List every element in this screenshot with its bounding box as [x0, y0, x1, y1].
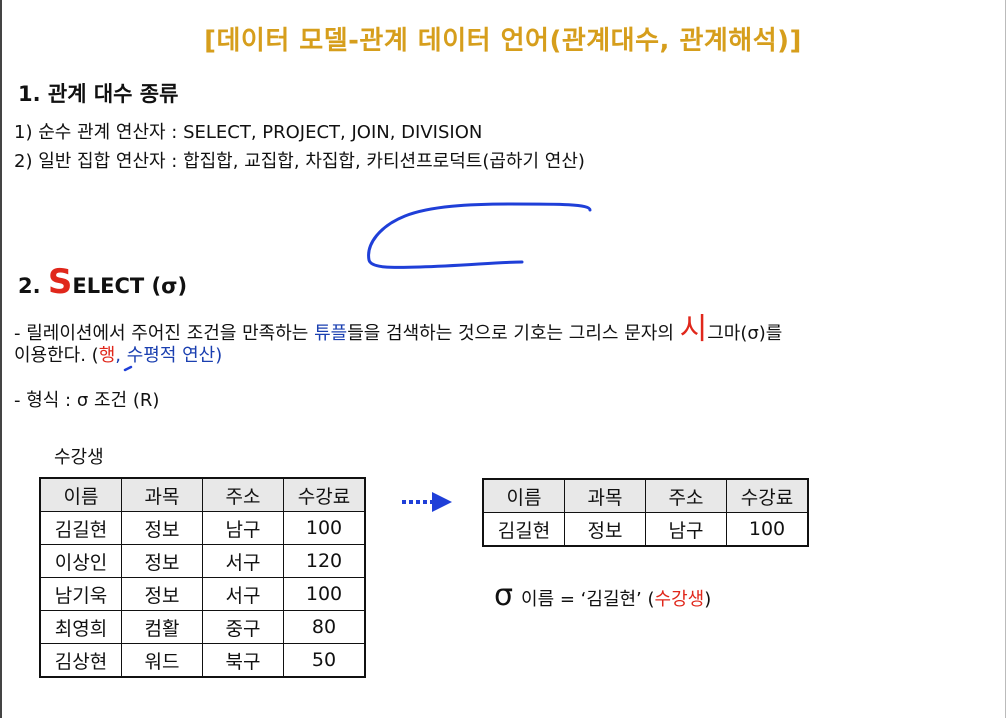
select-format: - 형식 : σ 조건 (R) — [14, 390, 160, 411]
pen-dot — [123, 365, 133, 372]
table-header: 과목 — [121, 477, 203, 512]
expression-condition: 이름 = ‘김길현’ ( — [521, 589, 655, 610]
table-cell: 서구 — [202, 544, 284, 578]
dotted-arrow-icon — [402, 492, 452, 512]
section1-item: 1) 순수 관계 연산자 : SELECT, PROJECT, JOIN, DI… — [14, 122, 483, 143]
table-cell: 김길현 — [39, 511, 122, 545]
table-header: 과목 — [564, 478, 646, 513]
table-row: 김길현 정보 남구 100 — [39, 511, 366, 545]
table-header: 주소 — [645, 478, 727, 513]
desc-text: 그마(σ)를 — [707, 323, 783, 344]
sigma-symbol: σ — [494, 578, 514, 613]
table-cell: 컴활 — [121, 610, 203, 644]
table-row: 김상현 워드 북구 50 — [39, 643, 366, 678]
desc-row: 행 — [98, 345, 116, 366]
table-cell: 김길현 — [482, 512, 565, 547]
section2-heading: 2. SELECT (σ) — [18, 262, 187, 302]
table-cell: 120 — [283, 544, 366, 578]
selection-expression: σ 이름 = ‘김길현’ (수강생) — [494, 578, 711, 613]
desc-tuple: 튜플 — [314, 323, 348, 344]
table-cell: 100 — [726, 512, 809, 547]
table-cell: 최영희 — [39, 610, 122, 644]
desc-text: 들을 검색하는 것으로 기호는 그리스 문자의 — [347, 323, 680, 344]
table-header-row: 이름 과목 주소 수강료 — [482, 478, 809, 513]
table-header: 수강료 — [283, 477, 366, 512]
table-cell: 이상인 — [39, 544, 122, 578]
table-row: 이상인 정보 서구 120 — [39, 544, 366, 578]
section2-heading-number: 2. — [18, 274, 48, 298]
section1-heading: 1. 관계 대수 종류 — [18, 82, 179, 106]
page-left-border — [0, 0, 2, 718]
table-row: 김길현 정보 남구 100 — [482, 512, 809, 547]
table-row: 남기욱 정보 서구 100 — [39, 577, 366, 611]
result-table: 이름 과목 주소 수강료 김길현 정보 남구 100 — [482, 478, 809, 547]
table-header: 이름 — [39, 477, 122, 512]
table-header: 이름 — [482, 478, 565, 513]
table-cell: 남기욱 — [39, 577, 122, 611]
select-description-cont: 이용한다. (행, 수평적 연산) — [14, 341, 222, 367]
table-cell: 정보 — [121, 577, 203, 611]
page-title: [데이터 모델-관계 데이터 언어(관계대수, 관계해석)] — [204, 26, 802, 56]
expression-close: ) — [704, 589, 712, 610]
section2-heading-s: S — [47, 262, 73, 302]
table-caption: 수강생 — [54, 447, 104, 468]
table-cell: 정보 — [564, 512, 646, 547]
table-header: 수강료 — [726, 478, 809, 513]
table-cell: 남구 — [645, 512, 727, 547]
table-header-row: 이름 과목 주소 수강료 — [39, 477, 366, 512]
table-cell: 100 — [283, 511, 366, 545]
desc-horizontal: , 수평적 연산) — [115, 345, 223, 366]
desc-si: 시 — [679, 312, 708, 347]
table-cell: 김상현 — [39, 643, 122, 678]
table-cell: 중구 — [202, 610, 284, 644]
desc-text: 이용한다. ( — [14, 345, 99, 366]
table-row: 최영희 컴활 중구 80 — [39, 610, 366, 644]
table-cell: 서구 — [202, 577, 284, 611]
table-cell: 100 — [283, 577, 366, 611]
table-cell: 정보 — [121, 511, 203, 545]
table-cell: 북구 — [202, 643, 284, 678]
source-table: 이름 과목 주소 수강료 김길현 정보 남구 100 이상인 정보 서구 120… — [39, 477, 366, 678]
section1-item: 2) 일반 집합 연산자 : 합집합, 교집합, 차집합, 카티션프로덕트(곱하… — [14, 151, 585, 172]
table-cell: 정보 — [121, 544, 203, 578]
table-cell: 80 — [283, 610, 366, 644]
pen-scribble — [367, 202, 592, 269]
expression-relation: 수강생 — [654, 589, 705, 610]
table-cell: 남구 — [202, 511, 284, 545]
table-header: 주소 — [202, 477, 284, 512]
table-cell: 워드 — [121, 643, 203, 678]
section2-heading-rest: ELECT (σ) — [72, 274, 188, 298]
table-cell: 50 — [283, 643, 366, 678]
